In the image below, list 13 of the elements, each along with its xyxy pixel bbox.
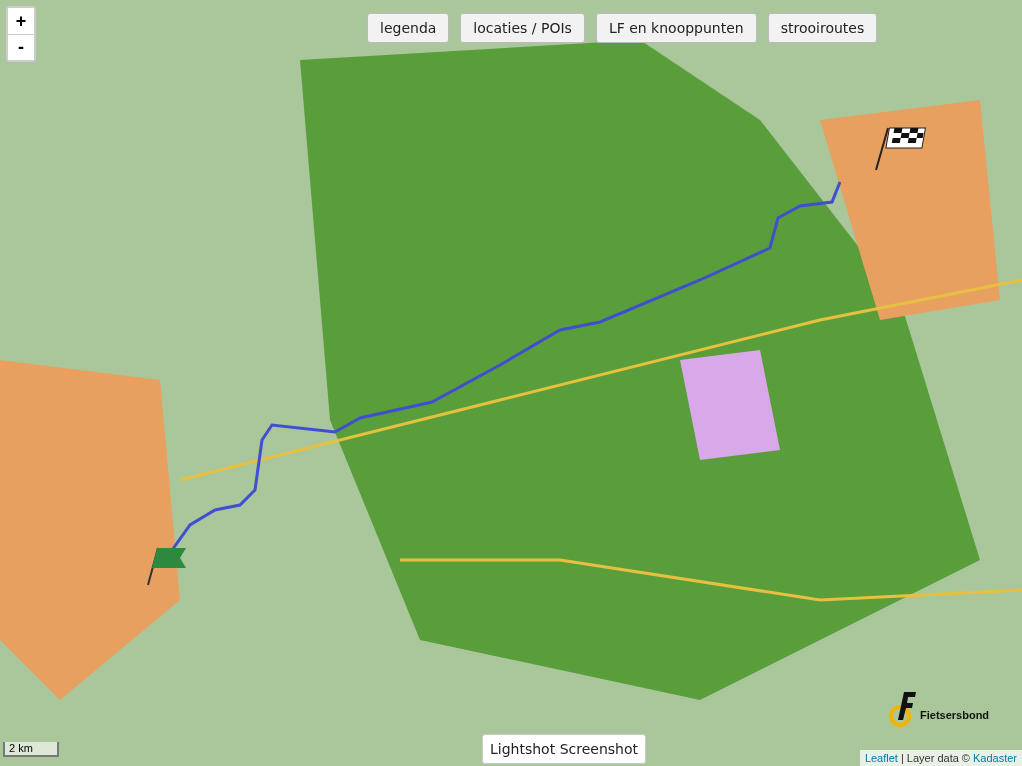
layer-button[interactable]: locaties / POIs bbox=[460, 13, 585, 43]
tooltip: Lightshot Screenshot bbox=[482, 734, 646, 764]
finish-flag-icon bbox=[875, 127, 926, 171]
start-flag-icon bbox=[147, 547, 186, 586]
layer-button[interactable]: legenda bbox=[367, 13, 450, 43]
zoom-button[interactable]: - bbox=[8, 34, 34, 60]
scale-bar: 2 km bbox=[3, 742, 59, 757]
attribution-link[interactable]: Kadaster bbox=[972, 752, 1017, 764]
logo-text: Fietsersbond bbox=[920, 709, 990, 721]
attribution-text: | Layer data © bbox=[900, 752, 970, 764]
attribution-link[interactable]: Leaflet bbox=[864, 752, 898, 764]
layer-button[interactable]: strooiroutes bbox=[767, 13, 878, 43]
layer-button[interactable]: LF en knooppunten bbox=[595, 13, 757, 43]
